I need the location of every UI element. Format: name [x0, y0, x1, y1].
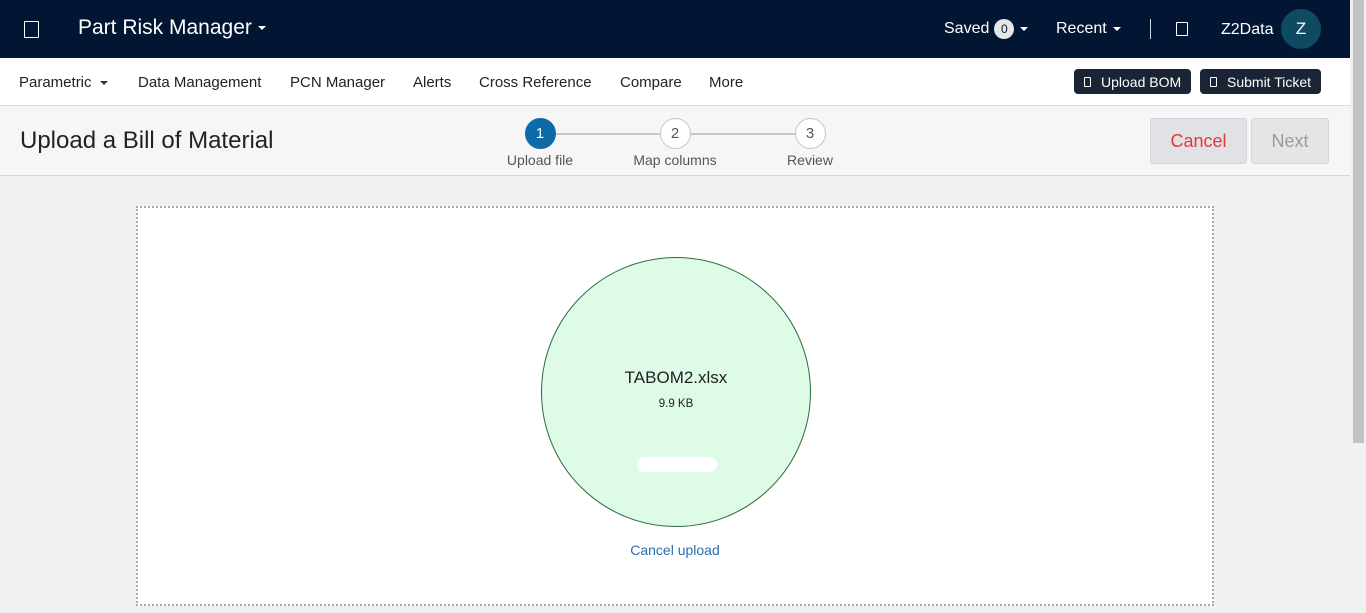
- stepper: 1 Upload file 2 Map columns 3 Review: [500, 118, 840, 173]
- saved-menu[interactable]: Saved 0: [944, 19, 1029, 39]
- app-switcher[interactable]: Part Risk Manager: [78, 16, 266, 40]
- chevron-down-icon: [257, 26, 266, 30]
- app-title: Part Risk Manager: [78, 16, 252, 39]
- scrollbar-thumb[interactable]: [1353, 0, 1364, 443]
- user-name[interactable]: Z2Data: [1221, 21, 1273, 39]
- recent-label: Recent: [1056, 20, 1107, 37]
- nav-item-alerts[interactable]: Alerts: [413, 74, 451, 91]
- nav-bar: Parametric Data Management PCN Manager A…: [0, 58, 1350, 106]
- step-3: 3 Review: [765, 118, 855, 168]
- file-size: 9.9 KB: [658, 398, 694, 410]
- next-button[interactable]: Next: [1251, 118, 1329, 164]
- nav-item-label: Parametric: [19, 74, 92, 91]
- help-icon[interactable]: [1176, 22, 1188, 36]
- nav-item-cross-reference[interactable]: Cross Reference: [479, 74, 592, 91]
- nav-item-label: Alerts: [413, 74, 452, 91]
- top-bar: Part Risk Manager Saved 0 Recent Z2Data …: [0, 0, 1350, 58]
- step-number: 2: [659, 118, 691, 149]
- submit-ticket-label: Submit Ticket: [1227, 73, 1312, 90]
- nav-item-label: Cross Reference: [479, 74, 592, 91]
- file-upload-circle: TABOM2.xlsx 9.9 KB: [541, 257, 811, 527]
- upload-bom-button[interactable]: Upload BOM: [1074, 69, 1192, 94]
- saved-label: Saved: [944, 20, 990, 37]
- nav-item-label: More: [709, 74, 744, 91]
- step-label: Upload file: [506, 152, 574, 168]
- step-label: Map columns: [633, 152, 717, 168]
- nav-item-more[interactable]: More: [709, 74, 743, 91]
- nav-item-label: PCN Manager: [290, 74, 386, 91]
- saved-count-badge: 0: [994, 19, 1015, 39]
- chevron-down-icon: [1112, 27, 1121, 31]
- step-number: 1: [524, 118, 556, 149]
- page-title: Upload a Bill of Material: [20, 127, 274, 154]
- nav-item-label: Compare: [620, 74, 682, 91]
- nav-item-pcn-manager[interactable]: PCN Manager: [290, 74, 385, 91]
- nav-item-parametric[interactable]: Parametric: [19, 74, 108, 91]
- chevron-down-icon: [99, 80, 108, 85]
- submit-ticket-button[interactable]: Submit Ticket: [1200, 69, 1322, 94]
- cancel-upload-link[interactable]: Cancel upload: [138, 542, 1212, 558]
- menu-icon[interactable]: [24, 21, 39, 38]
- step-2: 2 Map columns: [630, 118, 720, 168]
- upload-bom-label: Upload BOM: [1101, 73, 1182, 90]
- scrollbar[interactable]: [1350, 0, 1366, 613]
- nav-item-data-management[interactable]: Data Management: [138, 74, 261, 91]
- ticket-icon: [1210, 76, 1217, 87]
- upload-icon: [1084, 76, 1091, 87]
- step-1: 1 Upload file: [495, 118, 585, 168]
- upload-dropzone[interactable]: TABOM2.xlsx 9.9 KB Cancel upload: [136, 206, 1214, 606]
- recent-menu[interactable]: Recent: [1056, 20, 1121, 38]
- cancel-button[interactable]: Cancel: [1150, 118, 1247, 164]
- chevron-down-icon: [1020, 27, 1029, 31]
- upload-progress-bar: [637, 457, 717, 472]
- upload-progress-fill: [637, 457, 717, 472]
- nav-item-label: Data Management: [138, 74, 262, 91]
- avatar[interactable]: Z: [1281, 9, 1321, 49]
- step-label: Review: [787, 152, 833, 168]
- page-header: Upload a Bill of Material 1 Upload file …: [0, 106, 1350, 176]
- file-name: TABOM2.xlsx: [624, 368, 728, 387]
- step-number: 3: [794, 118, 826, 149]
- nav-item-compare[interactable]: Compare: [620, 74, 682, 91]
- divider: [1150, 19, 1151, 39]
